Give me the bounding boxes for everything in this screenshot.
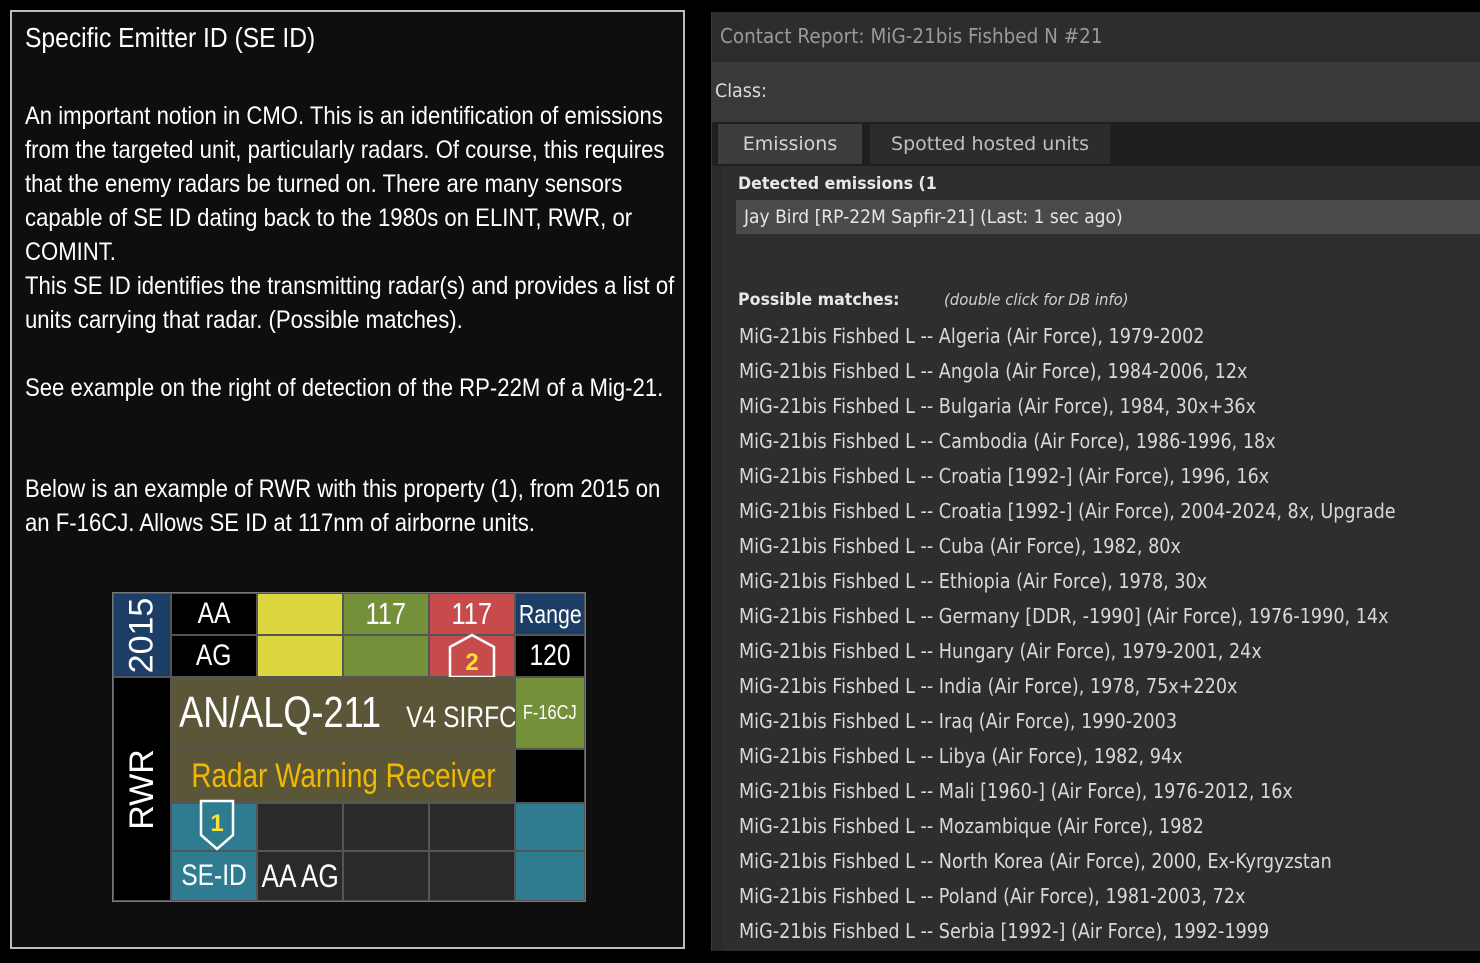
possible-matches-label: Possible matches: (738, 290, 900, 310)
empty-cell (429, 803, 515, 851)
class-label: Class: (715, 80, 767, 102)
teal-cell (515, 851, 585, 901)
paragraph-rwr: Below is an example of RWR with this pro… (25, 475, 661, 537)
targets-cell: AA AG (257, 851, 343, 901)
list-item[interactable]: MiG-21bis Fishbed L -- Cuba (Air Force),… (739, 529, 1396, 564)
tab-spotted-hosted-units[interactable]: Spotted hosted units (870, 124, 1110, 164)
platform-cell: F-16CJ (515, 677, 585, 749)
badge-2-icon: 2 (448, 633, 496, 679)
list-item[interactable]: MiG-21bis Fishbed L -- Poland (Air Force… (739, 879, 1396, 914)
equipment-card: 2015 AA 117 117 Range AG 120 2 RWR AN/AL… (112, 592, 586, 902)
possible-matches-list: MiG-21bis Fishbed L -- Algeria (Air Forc… (739, 319, 1480, 949)
detected-emissions-label: Detected emissions (1 (738, 174, 937, 194)
list-item[interactable]: MiG-21bis Fishbed L -- Libya (Air Force)… (739, 739, 1396, 774)
possible-matches-hint: (double click for DB info) (944, 290, 1129, 309)
category-label: RWR (122, 748, 161, 830)
panel-title: Specific Emitter ID (SE ID) (25, 22, 316, 53)
list-item[interactable]: MiG-21bis Fishbed L -- Mozambique (Air F… (739, 809, 1396, 844)
list-item[interactable]: MiG-21bis Fishbed L -- Serbia [1992-] (A… (739, 914, 1396, 949)
aa-range-red: 117 (429, 593, 515, 635)
title-bar[interactable]: Contact Report: MiG-21bis Fishbed N #21 (712, 12, 1480, 64)
aa-range-green: 117 (343, 593, 429, 635)
paragraph-se-id: This SE ID identifies the transmitting r… (25, 272, 675, 334)
aa-label: AA (171, 593, 257, 635)
paragraph-example: See example on the right of detection of… (25, 374, 664, 402)
year-label: 2015 (122, 597, 161, 673)
list-item[interactable]: MiG-21bis Fishbed L -- Germany [DDR, -19… (739, 599, 1396, 634)
sensor-name-cell: AN/ALQ-211 V4 SIRFC (171, 677, 517, 749)
empty-cell (343, 851, 429, 901)
category-cell: RWR (113, 677, 171, 901)
paragraph-intro: An important notion in CMO. This is an i… (25, 102, 665, 266)
list-item[interactable]: MiG-21bis Fishbed L -- Iraq (Air Force),… (739, 704, 1396, 739)
list-item[interactable]: MiG-21bis Fishbed L -- Ethiopia (Air For… (739, 564, 1396, 599)
ag-label: AG (171, 635, 257, 677)
contact-report-window: Contact Report: MiG-21bis Fishbed N #21 … (711, 12, 1480, 951)
list-item[interactable]: MiG-21bis Fishbed L -- Bulgaria (Air For… (739, 389, 1396, 424)
capability-cell: SE-ID (171, 851, 257, 901)
badge-1-icon: 1 (199, 799, 235, 851)
year-cell: 2015 (113, 593, 171, 677)
list-item[interactable]: MiG-21bis Fishbed L -- Mali [1960-] (Air… (739, 774, 1396, 809)
list-item[interactable]: MiG-21bis Fishbed L -- Croatia [1992-] (… (739, 459, 1396, 494)
blank-black-cell (515, 749, 585, 803)
empty-cell (429, 851, 515, 901)
emissions-content: Detected emissions (1 Jay Bird [RP-22M S… (722, 166, 1480, 951)
list-item[interactable]: MiG-21bis Fishbed L -- North Korea (Air … (739, 844, 1396, 879)
range-label-cell: Range (515, 593, 585, 635)
class-bar: Class: (712, 64, 1480, 122)
ag-early-cell (257, 635, 343, 677)
list-item[interactable]: MiG-21bis Fishbed L -- Cambodia (Air For… (739, 424, 1396, 459)
aa-early-cell (257, 593, 343, 635)
list-item[interactable]: MiG-21bis Fishbed L -- Croatia [1992-] (… (739, 494, 1396, 529)
sensor-type-cell: Radar Warning Receiver (171, 749, 515, 803)
sensor-name: AN/ALQ-211 (179, 688, 382, 737)
teal-cell (515, 803, 585, 851)
ag-range-green (343, 635, 429, 677)
tab-emissions[interactable]: Emissions (718, 124, 862, 164)
empty-cell (257, 803, 343, 851)
tab-row: Emissions Spotted hosted units (712, 122, 1480, 166)
sensor-variant: V4 SIRFC (405, 701, 517, 734)
range-value-cell: 120 (515, 635, 585, 677)
svg-text:1: 1 (210, 810, 223, 837)
list-item[interactable]: MiG-21bis Fishbed L -- Algeria (Air Forc… (739, 319, 1396, 354)
svg-text:2: 2 (465, 649, 478, 676)
list-item[interactable]: MiG-21bis Fishbed L -- Angola (Air Force… (739, 354, 1396, 389)
window-title: Contact Report: MiG-21bis Fishbed N #21 (720, 24, 1103, 48)
emission-row[interactable]: Jay Bird [RP-22M Sapfir-21] (Last: 1 sec… (736, 200, 1480, 234)
list-item[interactable]: MiG-21bis Fishbed L -- India (Air Force)… (739, 669, 1396, 704)
explanation-panel: Specific Emitter ID (SE ID) An important… (10, 10, 685, 949)
emission-text: Jay Bird [RP-22M Sapfir-21] (Last: 1 sec… (744, 206, 1123, 228)
empty-cell (343, 803, 429, 851)
list-item[interactable]: MiG-21bis Fishbed L -- Hungary (Air Forc… (739, 634, 1396, 669)
